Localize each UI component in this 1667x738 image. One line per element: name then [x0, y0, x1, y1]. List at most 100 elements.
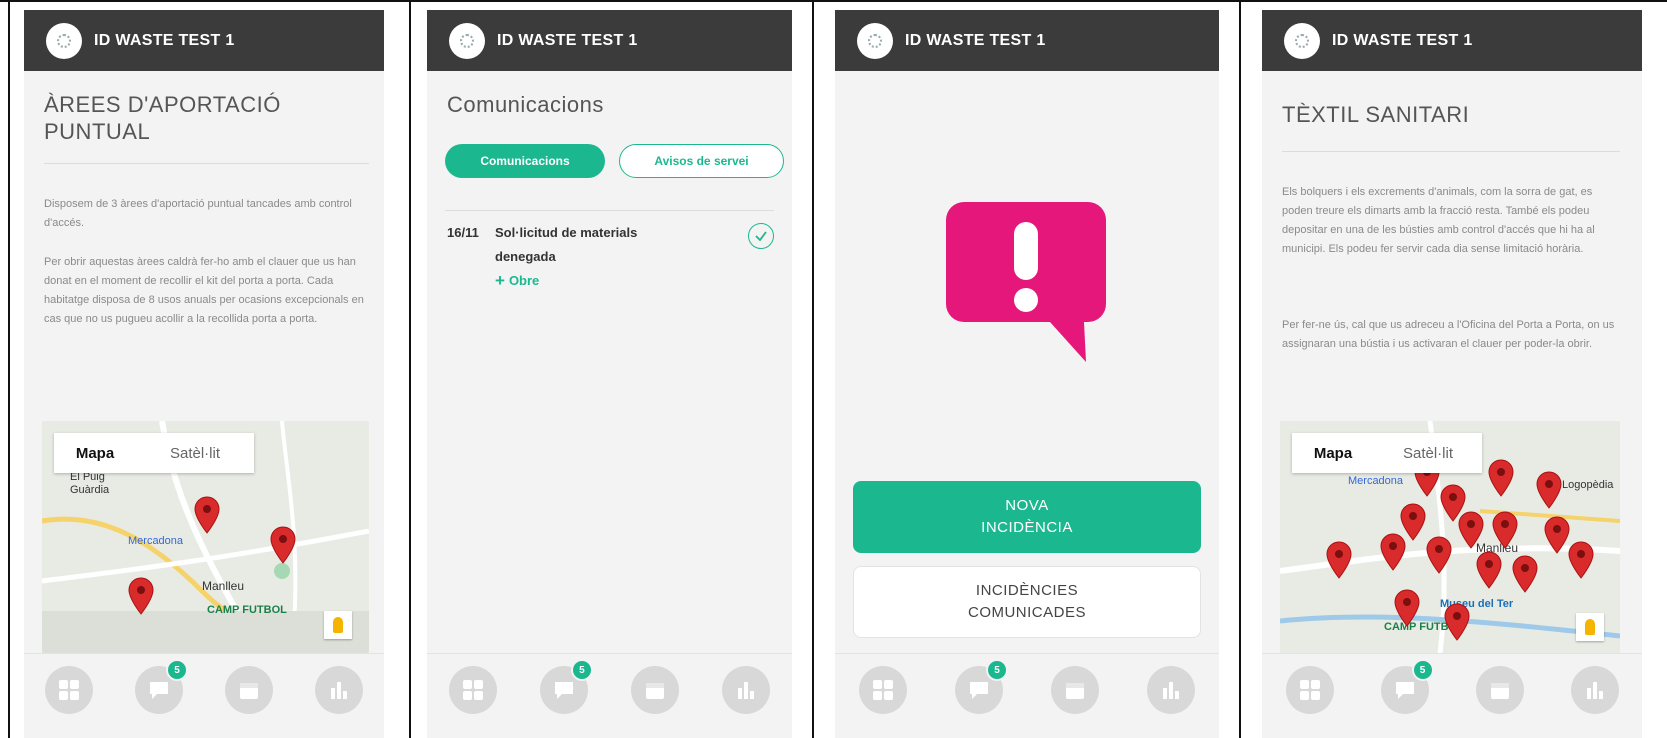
- map-toggle-satellite[interactable]: Satèl·lit: [136, 433, 254, 473]
- page-title-line: ÀREES D'APORTACIÓ: [44, 92, 281, 117]
- map-view[interactable]: Mapa Satèl·lit El Puig Guàrdia Mercadona…: [42, 421, 369, 653]
- page-title: ÀREES D'APORTACIÓ PUNTUAL: [44, 91, 281, 145]
- bottom-nav: 5: [1262, 653, 1642, 738]
- nav-stats-button[interactable]: [1570, 666, 1619, 714]
- app-title: ID WASTE TEST 1: [497, 31, 638, 49]
- street-view-pegman-icon[interactable]: [324, 611, 352, 639]
- map-pin-icon[interactable]: [270, 526, 296, 564]
- page-title-line: PUNTUAL: [44, 119, 151, 144]
- nav-grid-button[interactable]: [448, 666, 497, 714]
- app-title: ID WASTE TEST 1: [1332, 31, 1473, 49]
- nav-calendar-button[interactable]: [631, 666, 680, 714]
- map-toggle-map[interactable]: Mapa: [1292, 433, 1374, 473]
- app-logo-icon: [46, 22, 82, 59]
- map-pin-icon[interactable]: [1458, 511, 1484, 549]
- calendar-icon: [1066, 683, 1084, 699]
- map-toggle-satellite[interactable]: Satèl·lit: [1374, 433, 1482, 473]
- map-type-toggle[interactable]: Mapa Satèl·lit: [1292, 433, 1482, 473]
- nav-calendar-button[interactable]: [225, 666, 273, 714]
- map-type-toggle[interactable]: Mapa Satèl·lit: [54, 433, 254, 473]
- nav-grid-button[interactable]: [1285, 666, 1334, 714]
- map-view[interactable]: Mapa Satèl·lit Mercadona Logopèdia Manll…: [1280, 421, 1620, 653]
- reported-incidents-button[interactable]: INCIDÈNCIES COMUNICADES: [853, 566, 1201, 638]
- notification-badge: 5: [986, 659, 1008, 681]
- notification-badge: 5: [1411, 659, 1434, 681]
- street-view-pegman-icon[interactable]: [1576, 613, 1604, 641]
- grid-icon: [59, 680, 79, 700]
- message-title: Sol·licitud de materials: [495, 225, 638, 240]
- app-logo-icon: [449, 22, 485, 59]
- notification-badge: 5: [166, 659, 188, 681]
- map-pin-icon[interactable]: [1536, 471, 1562, 509]
- nav-messages-button[interactable]: 5: [135, 659, 188, 714]
- map-pin-icon[interactable]: [1326, 541, 1352, 579]
- map-pin-icon[interactable]: [128, 577, 154, 615]
- divider: [445, 210, 774, 211]
- button-label: INCIDÈNCIA: [981, 519, 1073, 536]
- plus-icon: +: [495, 271, 505, 290]
- nav-stats-button[interactable]: [315, 666, 363, 714]
- tab-communications[interactable]: Comunicacions: [445, 144, 605, 178]
- new-incident-button[interactable]: NOVA INCIDÈNCIA: [853, 481, 1201, 553]
- button-label: NOVA: [1005, 497, 1049, 514]
- app-header: ID WASTE TEST 1: [835, 10, 1219, 71]
- page-title: TÈXTIL SANITARI: [1282, 102, 1470, 127]
- map-place-label: Logopèdia: [1562, 479, 1614, 491]
- app-header: ID WASTE TEST 1: [24, 10, 384, 71]
- map-pin-icon[interactable]: [1380, 533, 1406, 571]
- nav-messages-button[interactable]: 5: [1380, 659, 1434, 714]
- nav-grid-button[interactable]: [859, 666, 907, 714]
- divider: [1282, 151, 1620, 152]
- chart-icon: [1163, 682, 1179, 699]
- chart-icon: [1586, 682, 1603, 699]
- grid-icon: [1299, 680, 1320, 700]
- map-pin-icon[interactable]: [194, 496, 220, 534]
- nav-messages-button[interactable]: 5: [955, 659, 1008, 714]
- nav-calendar-button[interactable]: [1475, 666, 1524, 714]
- frame-divider: [8, 2, 10, 738]
- nav-stats-button[interactable]: [722, 666, 771, 714]
- map-place-label: CAMP FUTBOL: [207, 604, 287, 616]
- list-item[interactable]: 16/11 Sol·licitud de materials denegada …: [447, 221, 774, 293]
- chat-icon: [1395, 682, 1414, 699]
- bottom-nav: 5: [24, 653, 384, 738]
- map-pin-icon[interactable]: [1488, 459, 1514, 497]
- page-title: Comunicacions: [447, 92, 604, 117]
- frame-divider: [409, 2, 411, 738]
- screenshot-stage: ID WASTE TEST 1 ÀREES D'APORTACIÓ PUNTUA…: [0, 0, 1667, 738]
- chat-icon: [970, 682, 988, 699]
- calendar-icon: [1490, 683, 1509, 699]
- message-date: 16/11: [447, 225, 479, 240]
- map-pin-icon[interactable]: [1426, 536, 1452, 574]
- info-paragraph: Per obrir aquestas àrees caldrà fer-ho a…: [44, 256, 364, 325]
- map-pin-icon[interactable]: [1492, 511, 1518, 549]
- button-label: INCIDÈNCIES: [975, 582, 1079, 599]
- app-title: ID WASTE TEST 1: [905, 31, 1046, 49]
- nav-grid-button[interactable]: [45, 666, 93, 714]
- grid-icon: [873, 680, 893, 700]
- phone-screen-communications: ID WASTE TEST 1 Comunicacions Comunicaci…: [427, 10, 792, 738]
- nav-stats-button[interactable]: [1147, 666, 1195, 714]
- open-message-link[interactable]: + Obre: [495, 269, 539, 293]
- map-pin-icon[interactable]: [1476, 551, 1502, 589]
- tab-service-notices[interactable]: Avisos de servei: [619, 144, 784, 178]
- bottom-nav: 5: [427, 653, 792, 738]
- map-place-label: Guàrdia: [70, 484, 110, 496]
- grid-icon: [462, 680, 483, 700]
- button-label: COMUNICADES: [967, 604, 1086, 621]
- nav-messages-button[interactable]: 5: [539, 659, 593, 714]
- map-pin-icon[interactable]: [1512, 555, 1538, 593]
- info-paragraph: Els bolquers i els excrements d'animals,…: [1282, 186, 1595, 255]
- map-pin-icon[interactable]: [1544, 516, 1570, 554]
- map-toggle-map[interactable]: Mapa: [54, 433, 136, 473]
- read-check-icon: [748, 223, 774, 249]
- map-pin-icon[interactable]: [1568, 541, 1594, 579]
- nav-calendar-button[interactable]: [1051, 666, 1099, 714]
- bottom-nav: 5: [835, 653, 1219, 738]
- map-pin-icon[interactable]: [1444, 603, 1470, 641]
- phone-screen-textile: ID WASTE TEST 1 TÈXTIL SANITARI Els bolq…: [1262, 10, 1642, 738]
- calendar-icon: [240, 683, 258, 699]
- map-pin-icon[interactable]: [1394, 589, 1420, 627]
- calendar-icon: [646, 683, 665, 699]
- chat-icon: [554, 682, 573, 699]
